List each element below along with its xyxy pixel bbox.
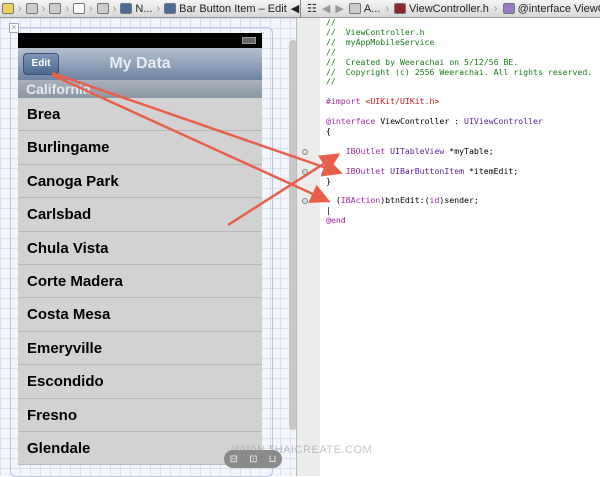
type: UIViewController: [464, 116, 543, 127]
symbol-crumb[interactable]: @interface ViewContro: [502, 2, 600, 15]
table-row[interactable]: Corte Madera: [18, 265, 262, 299]
table-row[interactable]: Costa Mesa: [18, 298, 262, 332]
app-crumb-2[interactable]: [49, 3, 62, 14]
table-row[interactable]: Carlsbad: [18, 198, 262, 232]
file-crumb[interactable]: ViewController.h: [394, 3, 489, 15]
app-icon: [49, 3, 62, 14]
view-crumb[interactable]: [96, 3, 109, 14]
crumb-label: A...: [363, 2, 381, 15]
class-name: ViewController :: [380, 116, 460, 127]
table-row[interactable]: Escondido: [18, 365, 262, 399]
watermark: WWW.THAICREATE.COM: [232, 444, 373, 456]
keyword: id: [429, 195, 440, 206]
crumb-label: ViewController.h: [409, 2, 489, 15]
keyword: IBOutlet: [345, 145, 386, 156]
navbar-icon: [120, 3, 133, 14]
code: )btnEdit:(: [380, 195, 430, 206]
project-crumb[interactable]: A...: [348, 2, 381, 15]
variable: *myTable;: [449, 145, 494, 156]
jump-bar-left: › › › › › N... › Bar Button Item – Edit ◀…: [0, 0, 300, 18]
string: <UIKit/UIKit.h>: [365, 96, 440, 107]
keyword: @interface: [326, 116, 376, 127]
comment: // ViewController.h: [326, 26, 425, 37]
nav-title: My Data: [109, 55, 171, 72]
crumb-label: @interface ViewContro: [517, 2, 600, 15]
header-file-icon: [394, 3, 406, 14]
nav-crumb[interactable]: N...: [120, 3, 152, 15]
app-crumb[interactable]: [25, 3, 38, 14]
forward-icon[interactable]: ▶: [335, 2, 343, 15]
code: - (: [326, 195, 341, 206]
iphone-view: Edit My Data California Brea Burlingame Ca…: [18, 33, 262, 465]
table-row[interactable]: Chula Vista: [18, 232, 262, 265]
edit-button[interactable]: Edit: [23, 53, 59, 75]
folder-crumb[interactable]: [2, 3, 14, 14]
crumb-label: N...: [135, 2, 153, 15]
view-icon: [96, 3, 109, 14]
table-row[interactable]: Fresno: [18, 399, 262, 432]
keyword: #import: [326, 96, 361, 107]
type: UITableView: [390, 145, 445, 156]
outlet-connection-icon[interactable]: [302, 149, 308, 155]
keyword: IBOutlet: [345, 165, 386, 176]
file-icon: [73, 3, 86, 14]
table-row[interactable]: Canoga Park: [18, 165, 262, 199]
code-editor[interactable]: // // ViewController.h // myAppMobileSer…: [326, 17, 593, 226]
folder-icon: [2, 3, 14, 14]
comment: //: [326, 17, 336, 27]
close-icon[interactable]: ×: [9, 23, 19, 33]
battery-icon: [242, 37, 256, 44]
outlet-connection-icon[interactable]: [302, 169, 308, 175]
related-items-icon[interactable]: ☷: [307, 2, 317, 15]
action-connection-icon[interactable]: [302, 198, 308, 204]
app-icon: [25, 3, 38, 14]
status-bar: [18, 33, 262, 48]
project-icon: [348, 3, 361, 14]
keyword: IBAction: [340, 195, 381, 206]
comment: // Created by Weerachai on 5/12/56 BE.: [326, 56, 519, 67]
comment: //: [326, 46, 336, 57]
comment: // Copyright (c) 2556 Weerachai. All rig…: [326, 66, 593, 77]
table-view[interactable]: Brea Burlingame Canoga Park Carlsbad Chula V…: [18, 98, 262, 465]
editor-gutter: [296, 18, 320, 476]
navigation-bar: Edit My Data: [18, 48, 262, 80]
bar-button-icon: [164, 3, 177, 14]
jump-bar-right: ☷ ◀ ▶ A... › ViewController.h › @interface…: [300, 0, 600, 18]
table-row[interactable]: Burlingame: [18, 131, 262, 165]
bar-button-crumb[interactable]: Bar Button Item – Edit: [164, 3, 287, 15]
code: )sender;: [439, 195, 479, 206]
table-row[interactable]: Brea: [18, 98, 262, 132]
brace: {: [326, 125, 331, 136]
comment: //: [326, 76, 336, 87]
variable: *itemEdit;: [468, 165, 519, 176]
table-row[interactable]: Emeryville: [18, 332, 262, 366]
back-icon[interactable]: ◀: [322, 2, 330, 15]
section-header: California: [18, 80, 262, 98]
prev-issue-icon[interactable]: ◀: [291, 2, 299, 15]
file-crumb[interactable]: [73, 3, 86, 14]
crumb-label: Bar Button Item – Edit: [179, 2, 287, 15]
class-icon: [502, 3, 515, 14]
comment: // myAppMobileService: [326, 36, 435, 47]
keyword: @end: [326, 215, 346, 226]
brace: }: [326, 175, 331, 186]
type: UIBarButtonItem: [390, 165, 465, 176]
